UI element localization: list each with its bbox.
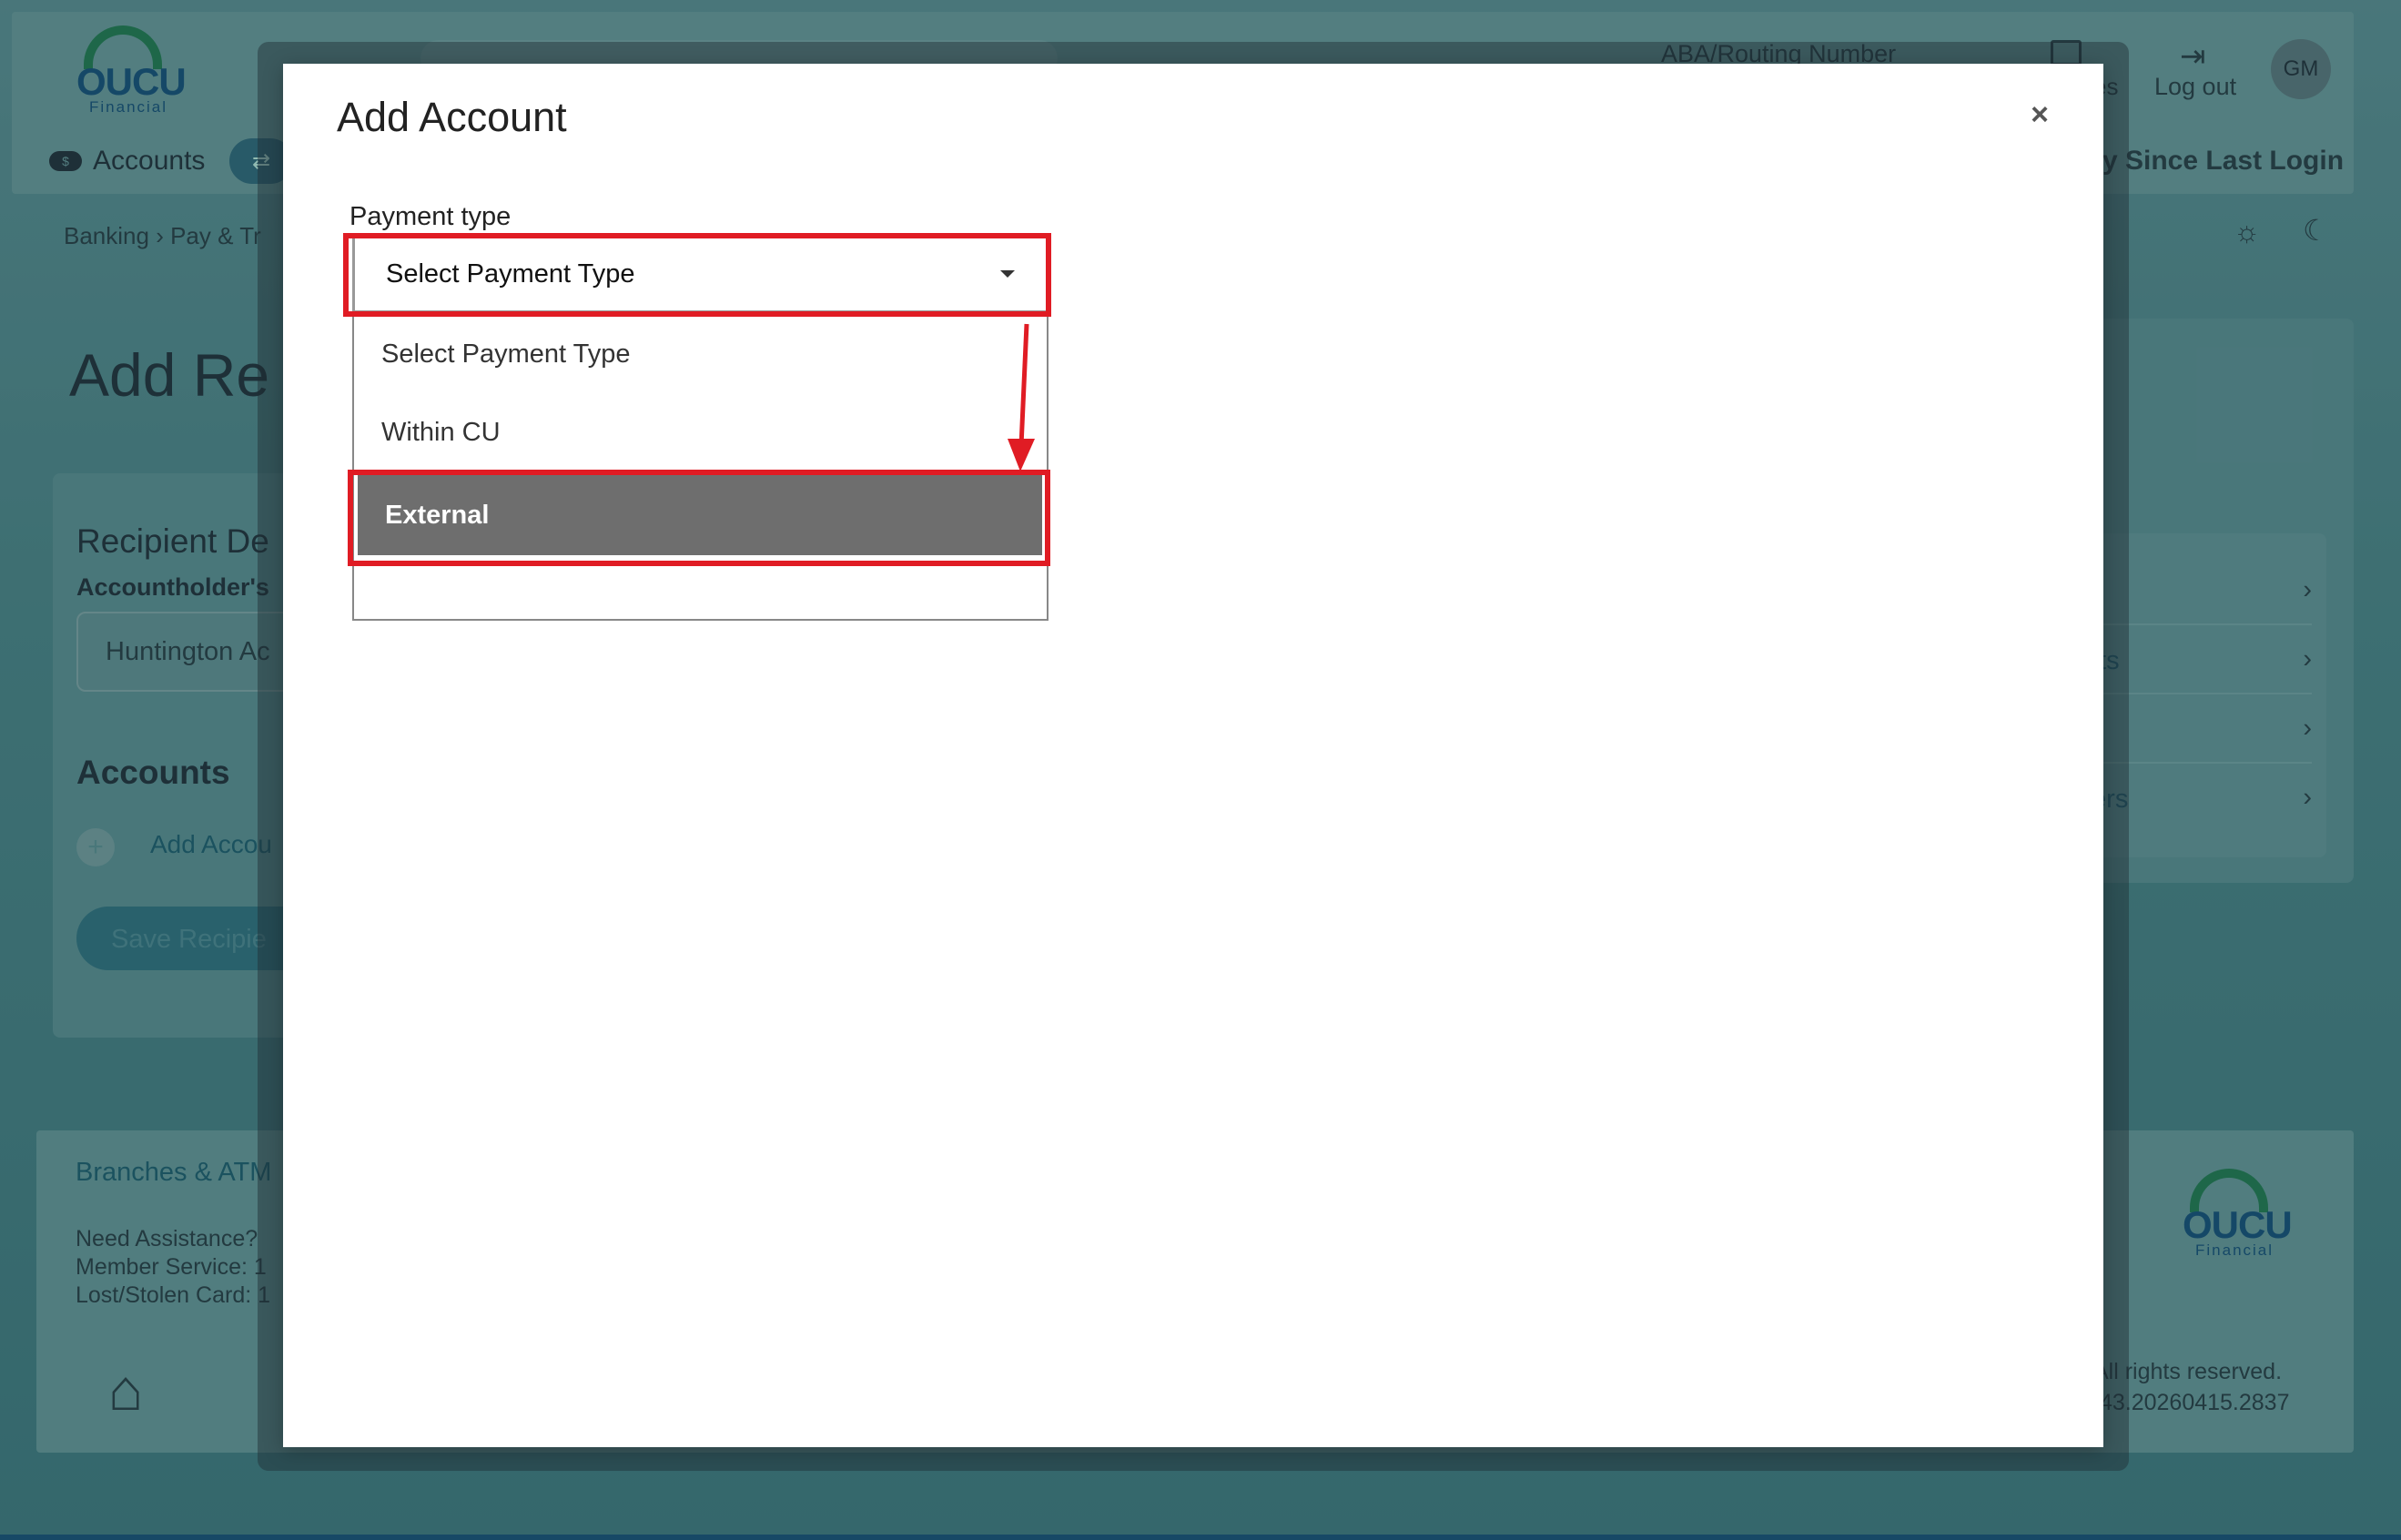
payment-type-selected-value: Select Payment Type [386, 258, 635, 289]
close-button[interactable]: × [2021, 96, 2058, 133]
option-within-cu[interactable]: Within CU [354, 393, 1047, 471]
payment-type-options: Select Payment Type Within CU External [352, 315, 1049, 621]
modal-title: Add Account [337, 94, 567, 140]
caret-down-icon [1000, 270, 1015, 278]
payment-type-label: Payment type [350, 202, 512, 231]
option-external[interactable]: External [358, 475, 1042, 555]
option-select-payment-type[interactable]: Select Payment Type [354, 315, 1047, 393]
payment-type-select[interactable]: Select Payment Type [352, 235, 1049, 313]
add-account-modal: Add Account × Payment type Select Paymen… [283, 64, 2103, 1447]
